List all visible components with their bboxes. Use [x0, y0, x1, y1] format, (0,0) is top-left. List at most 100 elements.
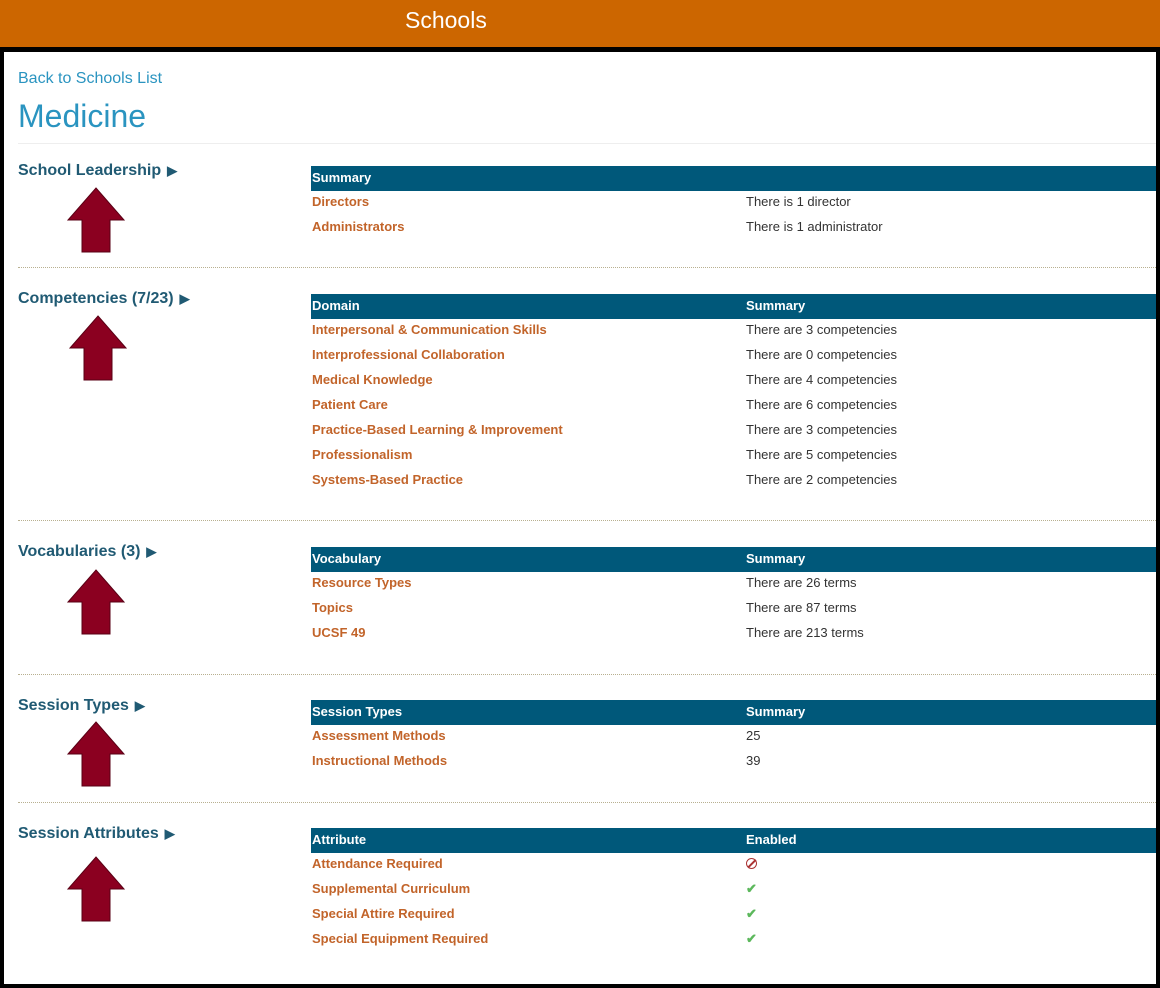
- table-row: Interpersonal & Communication Skills Ther…: [311, 319, 1156, 344]
- up-arrow-icon: [66, 856, 126, 922]
- row-value: 39: [746, 753, 761, 768]
- section-competencies-toggle[interactable]: Competencies (7/23) ▶: [18, 290, 190, 308]
- check-icon: ✔: [746, 931, 757, 946]
- row-link[interactable]: Assessment Methods: [312, 728, 446, 743]
- row-value: There is 1 director: [746, 194, 851, 209]
- column-header: Domain: [312, 298, 360, 313]
- row-value: There are 0 competencies: [746, 347, 898, 362]
- section-divider: [18, 802, 1156, 803]
- column-header: Vocabulary: [312, 551, 382, 566]
- table-row: Supplemental Curriculum ✔: [311, 878, 1156, 903]
- column-header: Summary: [746, 551, 806, 566]
- row-value: There are 213 terms: [746, 625, 864, 640]
- competencies-table: Domain Summary Interpersonal & Communica…: [311, 294, 1156, 494]
- row-value: There are 3 competencies: [746, 322, 898, 337]
- section-vocabularies-toggle[interactable]: Vocabularies (3) ▶: [18, 543, 156, 561]
- table-row: Attendance Required: [311, 853, 1156, 878]
- row-value: 25: [746, 728, 761, 743]
- table-row: Special Equipment Required ✔: [311, 928, 1156, 953]
- row-link[interactable]: Attendance Required: [312, 856, 443, 871]
- row-value: There are 2 competencies: [746, 472, 898, 487]
- table-row: Assessment Methods 25: [311, 725, 1156, 750]
- table-row: Administrators There is 1 administrator: [311, 216, 1156, 241]
- enabled-cell: [746, 856, 757, 871]
- check-icon: ✔: [746, 881, 757, 896]
- expand-triangle-icon: ▶: [134, 698, 145, 713]
- row-value: There are 4 competencies: [746, 372, 898, 387]
- table-row: Systems-Based Practice There are 2 compet…: [311, 469, 1156, 494]
- section-leadership-title: School Leadership: [18, 162, 162, 179]
- row-value: There are 26 terms: [746, 575, 857, 590]
- section-session-types-toggle[interactable]: Session Types ▶: [18, 697, 145, 715]
- school-title: Medicine: [18, 98, 147, 134]
- check-icon: ✔: [746, 906, 757, 921]
- school-details-panel: Back to Schools List Medicine School Lea…: [0, 47, 1160, 988]
- table-header: Summary: [311, 166, 1156, 191]
- session-types-table: Session Types Summary Assessment Methods…: [311, 700, 1156, 775]
- row-link[interactable]: Special Equipment Required: [312, 931, 488, 946]
- table-row: Special Attire Required ✔: [311, 903, 1156, 928]
- row-link[interactable]: Topics: [312, 600, 353, 615]
- table-row: Practice-Based Learning & Improvement The…: [311, 419, 1156, 444]
- enabled-cell: ✔: [746, 906, 757, 922]
- row-link[interactable]: Interprofessional Collaboration: [312, 347, 505, 362]
- table-row: Topics There are 87 terms: [311, 597, 1156, 622]
- expand-triangle-icon: ▶: [179, 291, 190, 306]
- expand-triangle-icon: ▶: [164, 826, 175, 841]
- row-link[interactable]: UCSF 49: [312, 625, 365, 640]
- table-row: Professionalism There are 5 competencies: [311, 444, 1156, 469]
- enabled-cell: ✔: [746, 881, 757, 897]
- table-row: Medical Knowledge There are 4 competencie…: [311, 369, 1156, 394]
- row-value: There are 6 competencies: [746, 397, 898, 412]
- up-arrow-icon: [66, 721, 126, 787]
- row-link[interactable]: Patient Care: [312, 397, 388, 412]
- row-value: There are 3 competencies: [746, 422, 898, 437]
- column-header: Summary: [312, 170, 372, 185]
- vocabularies-table: Vocabulary Summary Resource Types There a…: [311, 547, 1156, 647]
- column-header: Summary: [746, 298, 806, 313]
- expand-triangle-icon: ▶: [167, 163, 178, 178]
- up-arrow-icon: [68, 315, 128, 381]
- table-row: UCSF 49 There are 213 terms: [311, 622, 1156, 647]
- section-competencies-title: Competencies (7/23): [18, 290, 174, 307]
- row-link[interactable]: Professionalism: [312, 447, 412, 462]
- leadership-table: Summary Directors There is 1 director Ad…: [311, 166, 1156, 241]
- row-link[interactable]: Directors: [312, 194, 369, 209]
- row-link[interactable]: Interpersonal & Communication Skills: [312, 322, 547, 337]
- row-link[interactable]: Resource Types: [312, 575, 411, 590]
- app-title: Schools: [405, 7, 487, 33]
- table-row: Directors There is 1 director: [311, 191, 1156, 216]
- section-divider: [18, 674, 1156, 675]
- row-link[interactable]: Systems-Based Practice: [312, 472, 463, 487]
- column-header: Attribute: [312, 832, 367, 847]
- not-enabled-icon: [746, 858, 757, 869]
- top-bar: Schools: [0, 0, 1160, 47]
- section-vocabularies-title: Vocabularies (3): [18, 543, 141, 560]
- row-link[interactable]: Instructional Methods: [312, 753, 447, 768]
- enabled-cell: ✔: [746, 931, 757, 947]
- session-attributes-table: Attribute Enabled Attendance Required Su…: [311, 828, 1156, 953]
- section-session-attributes-toggle[interactable]: Session Attributes ▶: [18, 825, 175, 843]
- back-to-schools-link[interactable]: Back to Schools List: [18, 70, 162, 88]
- row-link[interactable]: Special Attire Required: [312, 906, 455, 921]
- row-value: There are 5 competencies: [746, 447, 898, 462]
- row-link[interactable]: Medical Knowledge: [312, 372, 433, 387]
- table-header: Session Types Summary: [311, 700, 1156, 725]
- row-value: There are 87 terms: [746, 600, 857, 615]
- table-header: Domain Summary: [311, 294, 1156, 319]
- row-value: There is 1 administrator: [746, 219, 883, 234]
- table-row: Instructional Methods 39: [311, 750, 1156, 775]
- expand-triangle-icon: ▶: [146, 544, 157, 559]
- divider: [18, 143, 1156, 144]
- up-arrow-icon: [66, 569, 126, 635]
- section-leadership-toggle[interactable]: School Leadership ▶: [18, 162, 177, 180]
- row-link[interactable]: Supplemental Curriculum: [312, 881, 470, 896]
- up-arrow-icon: [66, 187, 126, 253]
- column-header: Enabled: [746, 832, 797, 847]
- table-row: Resource Types There are 26 terms: [311, 572, 1156, 597]
- row-link[interactable]: Practice-Based Learning & Improvement: [312, 422, 563, 437]
- section-session-attributes-title: Session Attributes: [18, 825, 159, 842]
- row-link[interactable]: Administrators: [312, 219, 404, 234]
- section-divider: [18, 267, 1156, 268]
- table-row: Patient Care There are 6 competencies: [311, 394, 1156, 419]
